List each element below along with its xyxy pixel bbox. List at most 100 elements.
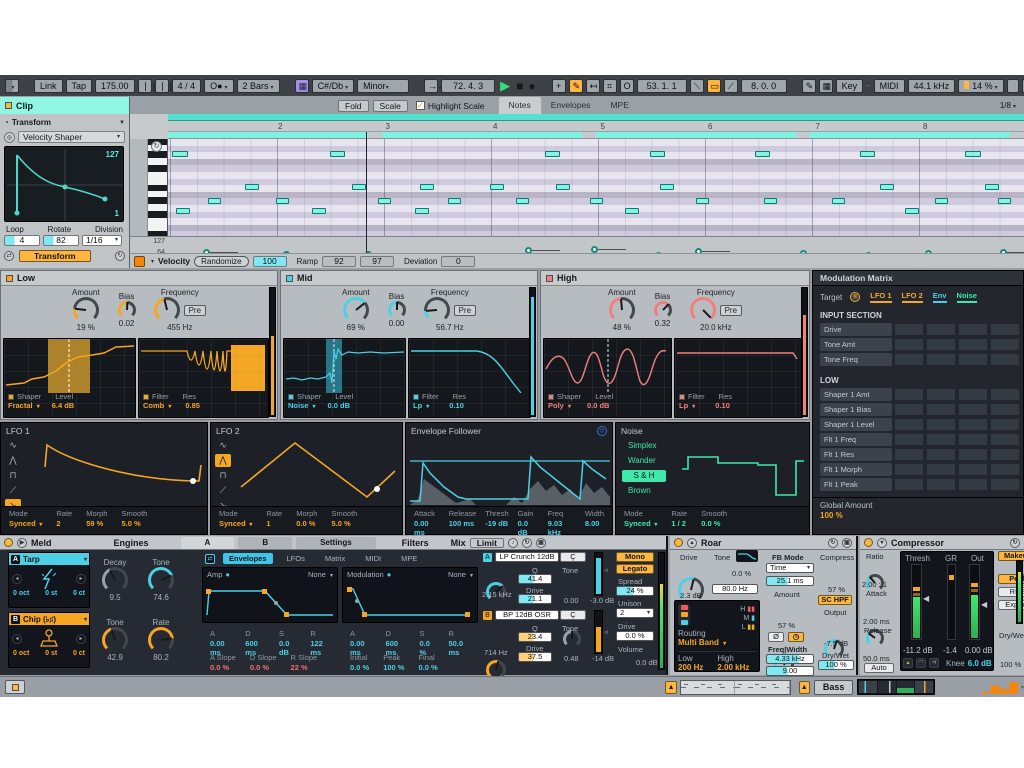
fb-width-field[interactable]: 9.00 xyxy=(766,666,814,676)
legato-button[interactable]: Legato xyxy=(616,564,654,574)
midi-note[interactable] xyxy=(625,208,639,214)
engine-b-next-icon[interactable]: ▸ xyxy=(76,634,86,644)
matrix-cell[interactable] xyxy=(990,478,1020,491)
midi-note[interactable] xyxy=(312,208,326,214)
param-smooth[interactable]: Smooth5.0 % xyxy=(331,509,357,532)
high-res-field[interactable]: 0.10 xyxy=(715,401,730,410)
engine-b-ct[interactable]: 0 ct xyxy=(73,650,85,657)
mid-shaper-display[interactable]: ShaperLevel Noise ▾0.0 dB xyxy=(283,338,406,418)
matrix-cell[interactable] xyxy=(990,403,1020,416)
param-rate[interactable]: Rate1 / 2 xyxy=(671,509,687,532)
spread-field[interactable]: 24 % xyxy=(616,586,654,596)
low-bias-knob[interactable] xyxy=(118,301,136,319)
comp-activator[interactable] xyxy=(864,538,873,547)
mid-freq-knob[interactable] xyxy=(424,297,450,323)
param-s[interactable]: S0.0 % xyxy=(419,629,434,649)
preview-icon[interactable]: ◎ xyxy=(4,132,15,143)
matrix-row-label[interactable]: Tone Amt xyxy=(820,338,892,351)
meld-subtab-envelopes[interactable]: Envelopes xyxy=(223,553,273,564)
thresh-value[interactable]: -11.2 dB xyxy=(903,646,933,655)
matrix-cell[interactable] xyxy=(990,448,1020,461)
ramp-end-field[interactable]: 97 xyxy=(360,256,394,267)
param-r-slope[interactable]: R Slope22 % xyxy=(291,653,318,671)
mid-filter-type-menu[interactable]: Lp ▾ xyxy=(413,401,429,410)
high-shaper-display[interactable]: ShaperLevel Poly ▾0.0 dB xyxy=(543,338,672,418)
roar-hotswap-icon[interactable]: ↻ xyxy=(828,538,838,548)
meld-play-icon[interactable]: ▶ xyxy=(17,538,27,548)
matrix-row-label[interactable]: Flt 1 Peak xyxy=(820,478,892,491)
low-shaper-type-menu[interactable]: Fractal ▾ xyxy=(8,401,40,410)
matrix-cell[interactable] xyxy=(894,338,924,351)
mod-envelope-display[interactable]: Modulation●None ▾ xyxy=(342,567,478,623)
comp-fold-icon[interactable]: ▾ xyxy=(877,538,887,548)
tab-mpe[interactable]: MPE xyxy=(600,97,638,114)
thresh-meter[interactable] xyxy=(911,564,922,640)
midi-note[interactable] xyxy=(516,198,529,204)
midi-note[interactable] xyxy=(208,198,221,204)
global-amount-field[interactable]: 100 % xyxy=(820,511,1016,520)
engine-b-st[interactable]: 0 st xyxy=(45,650,57,657)
mix-b-pan-field[interactable]: Ç xyxy=(560,610,586,620)
engine-b-prev-icon[interactable]: ◂ xyxy=(12,634,22,644)
meld-activator[interactable] xyxy=(4,538,13,547)
matrix-cell[interactable] xyxy=(990,338,1020,351)
matrix-cell[interactable] xyxy=(926,403,956,416)
matrix-cell[interactable] xyxy=(894,388,924,401)
low-shaper-display[interactable]: ShaperLevel Fractal ▾6.4 dB xyxy=(3,338,136,418)
matrix-cell[interactable] xyxy=(958,323,988,336)
loop-toggle-icon[interactable]: ↻ xyxy=(151,141,162,152)
high-shaper-type-menu[interactable]: Poly ▾ xyxy=(548,401,571,410)
computer-midi-keyboard-icon[interactable]: ▦ xyxy=(819,79,833,93)
midi-note[interactable] xyxy=(696,198,709,204)
param-freq[interactable]: Freq9.03 kHz xyxy=(548,509,576,532)
param-d[interactable]: D600 ms xyxy=(245,629,265,649)
mid-bias-knob[interactable] xyxy=(388,301,406,319)
loop-switch-icon[interactable]: ▭ xyxy=(707,79,721,93)
midi-map-button[interactable]: MIDI xyxy=(874,79,905,93)
mid-level-field[interactable]: 0.0 dB xyxy=(328,401,351,410)
meld-tab-settings[interactable]: Settings xyxy=(296,537,376,549)
param-final[interactable]: Final0.0 % xyxy=(418,653,437,671)
sc-hpf-button[interactable]: SC HPF xyxy=(818,595,852,605)
noise-type-s-h[interactable]: S & H xyxy=(622,470,666,482)
matrix-cell[interactable] xyxy=(990,323,1020,336)
roar-tone-freq-field[interactable]: 80.0 Hz xyxy=(712,584,758,594)
stop-button[interactable]: ■ xyxy=(515,79,524,93)
matrix-row-label[interactable]: Flt 1 Morph xyxy=(820,463,892,476)
engine-a-oct[interactable]: 0 oct xyxy=(13,590,29,597)
high-activator[interactable] xyxy=(546,275,553,282)
low-filter-activator[interactable] xyxy=(143,394,149,400)
tap-tempo-button[interactable]: Tap xyxy=(66,79,93,93)
unison-menu[interactable]: 2▾ xyxy=(616,608,654,618)
meld-note-icon[interactable]: ♪ xyxy=(508,538,518,548)
matrix-cell[interactable] xyxy=(926,323,956,336)
meld-tab-a[interactable]: A xyxy=(181,537,235,549)
engine-b-menu[interactable]: BChip (♭♯)▾ xyxy=(9,613,89,625)
param-width[interactable]: Width8.00 xyxy=(585,509,604,532)
filter-b-type-menu[interactable]: BP 12dB OSR xyxy=(495,610,559,620)
matrix-cell[interactable] xyxy=(958,433,988,446)
param-a-slope[interactable]: A Slope0.0 % xyxy=(210,653,236,671)
meld-tab-b[interactable]: B xyxy=(238,537,292,549)
matrix-cell[interactable] xyxy=(926,388,956,401)
grid-interval-menu[interactable]: 1/8▾ xyxy=(1000,101,1016,110)
matrix-source[interactable]: LFO 1 xyxy=(870,291,891,303)
high-bias-knob[interactable] xyxy=(654,301,672,319)
param-smooth[interactable]: Smooth5.0 % xyxy=(121,509,147,532)
midi-note[interactable] xyxy=(965,151,981,157)
engine-a-prev-icon[interactable]: ◂ xyxy=(12,574,22,584)
midi-note[interactable] xyxy=(415,208,429,214)
midi-note[interactable] xyxy=(998,198,1011,204)
midi-note[interactable] xyxy=(905,208,919,214)
velocity-shaper-curve[interactable]: 127 1 xyxy=(4,146,124,222)
fb-time-field[interactable]: 25.1 ms xyxy=(766,576,814,586)
matrix-cell[interactable] xyxy=(958,403,988,416)
scale-name-menu[interactable]: Minor▾ xyxy=(357,79,409,93)
meld-subtab-matrix[interactable]: Matrix xyxy=(319,553,351,564)
param-morph[interactable]: Morph0.0 % xyxy=(296,509,317,532)
refresh-icon[interactable]: ↻ xyxy=(115,251,125,261)
matrix-cell[interactable] xyxy=(894,323,924,336)
low-level-field[interactable]: 6.4 dB xyxy=(52,401,75,410)
lfo-wave-1-icon[interactable]: ⋀ xyxy=(215,454,231,467)
matrix-cell[interactable] xyxy=(926,478,956,491)
